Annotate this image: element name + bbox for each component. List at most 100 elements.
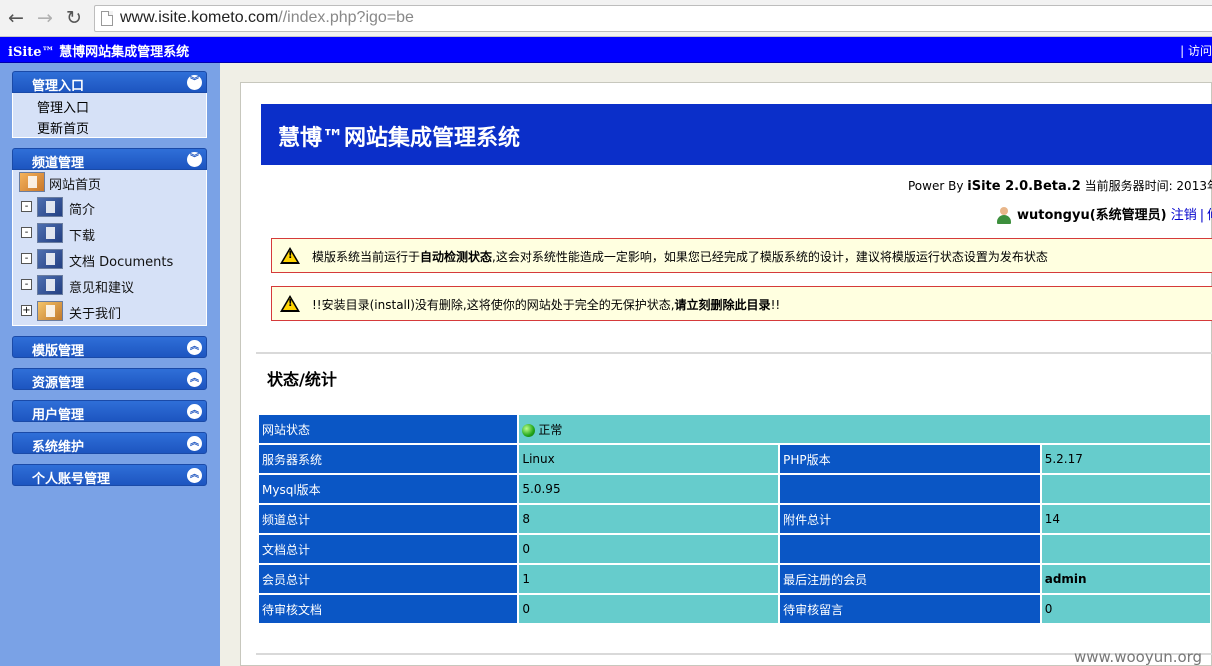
edit-link[interactable]: 修 <box>1207 208 1212 223</box>
app-title: iSite™ 慧博网站集成管理系统 <box>8 45 190 60</box>
table-row: Mysql版本 5.0.95 <box>259 475 1210 503</box>
stat-value: 0 <box>519 535 779 563</box>
tree-item-label: 简介 <box>69 203 96 218</box>
sidebar-section-label: 系统维护 <box>32 440 85 455</box>
table-row: 频道总计 8 附件总计 14 <box>259 505 1210 533</box>
sidebar-section-channel[interactable]: 频道管理 ︾ <box>12 148 207 171</box>
tree-item-intro[interactable]: - 简介 <box>13 195 206 219</box>
browser-toolbar: ← → ↻ www.isite.kometo.com//index.php?ig… <box>0 0 1212 37</box>
tree-item-documents[interactable]: - 文档 Documents <box>13 247 206 271</box>
user-name: wutongyu(系统管理员) <box>1017 208 1167 223</box>
page-icon <box>101 11 113 26</box>
powered-by-line: Power By iSite 2.0.Beta.2 当前服务器时间: 2013年 <box>908 177 1212 194</box>
alert-text-bold: 请立刻删除此目录 <box>674 298 771 312</box>
watermark: www.wooyun.org <box>1074 648 1203 666</box>
sidebar-section-users[interactable]: 用户管理 ︽ <box>12 400 207 423</box>
user-info: wutongyu(系统管理员) 注销|修 <box>995 204 1212 225</box>
table-row: 网站状态 正常 <box>259 415 1210 443</box>
chevron-up-icon[interactable]: ︽ <box>187 436 202 451</box>
channel-tree: 网站首页 - 简介 - 下载 - 文档 Documents - 意见和建议 + … <box>12 170 207 326</box>
section-title: 状态/统计 <box>267 370 337 389</box>
stat-key: 服务器系统 <box>259 445 518 473</box>
home-folder-icon <box>19 172 45 192</box>
tree-item-label: 关于我们 <box>69 307 122 322</box>
chevron-up-icon[interactable]: ︽ <box>187 340 202 355</box>
stat-value: 正常 <box>519 415 1210 443</box>
tree-item-feedback[interactable]: - 意见和建议 <box>13 273 206 297</box>
separator: | <box>1199 208 1205 223</box>
sidebar-section-label: 个人账号管理 <box>32 472 111 487</box>
tree-item-home[interactable]: 网站首页 <box>13 170 206 194</box>
chevron-up-icon[interactable]: ︽ <box>187 468 202 483</box>
alert-text: !!安装目录(install)没有删除,这将使你的网站处于完全的无保护状态,请立… <box>312 296 780 313</box>
warning-alert-template-mode: 模版系统当前运行于自动检测状态,这会对系统性能造成一定影响，如果您已经完成了模版… <box>271 238 1212 273</box>
sidebar-section-body: 管理入口 更新首页 <box>12 93 207 138</box>
back-arrow-icon[interactable]: ← <box>5 6 27 30</box>
table-row: 服务器系统 Linux PHP版本 5.2.17 <box>259 445 1210 473</box>
stat-value <box>1041 475 1210 503</box>
alert-text-pre: 模版系统当前运行于 <box>312 250 421 264</box>
stat-key <box>780 535 1040 563</box>
stat-value: 5.0.95 <box>519 475 779 503</box>
document-icon <box>37 249 63 269</box>
warning-icon <box>280 247 300 264</box>
status-ok-icon <box>522 423 536 437</box>
stats-table: 网站状态 正常 服务器系统 Linux PHP版本 5.2.17 Mysql版本… <box>257 413 1212 625</box>
chevron-down-icon[interactable]: ︾ <box>187 75 202 90</box>
sidebar-section-admin-entry[interactable]: 管理入口 ︾ <box>12 71 207 94</box>
table-row: 文档总计 0 <box>259 535 1210 563</box>
stat-key: PHP版本 <box>780 445 1040 473</box>
user-icon <box>995 206 1013 225</box>
forward-arrow-icon[interactable]: → <box>34 6 56 30</box>
stat-key: 待审核留言 <box>780 595 1040 623</box>
stat-value: 1 <box>519 565 779 593</box>
feedback-icon <box>37 275 63 295</box>
logout-link[interactable]: 注销 <box>1171 208 1197 223</box>
divider <box>256 653 1212 655</box>
chevron-down-icon[interactable]: ︾ <box>187 152 202 167</box>
tree-item-label: 下载 <box>69 229 96 244</box>
sidebar-section-account[interactable]: 个人账号管理 ︽ <box>12 464 207 487</box>
document-icon <box>37 223 63 243</box>
chevron-up-icon[interactable]: ︽ <box>187 372 202 387</box>
url-text[interactable]: www.isite.kometo.com//index.php?igo=be <box>120 9 414 27</box>
banner: 慧博™网站集成管理系统 <box>261 104 1212 165</box>
stat-value: 5.2.17 <box>1041 445 1210 473</box>
folder-icon <box>37 301 63 321</box>
stat-key: 网站状态 <box>259 415 518 443</box>
sidebar-link-admin-entry[interactable]: 管理入口 <box>37 97 89 116</box>
visit-link[interactable]: | 访问 <box>1180 42 1212 59</box>
tree-toggle[interactable]: - <box>21 201 32 212</box>
tree-item-about[interactable]: + 关于我们 <box>13 299 206 323</box>
alert-text-post: ,这会对系统性能造成一定影响，如果您已经完成了模版系统的设计，建议将模版运行状态… <box>492 250 1048 264</box>
tree-item-label: 意见和建议 <box>69 281 135 296</box>
sidebar-section-resource[interactable]: 资源管理 ︽ <box>12 368 207 391</box>
alert-text-bold: 自动检测状态 <box>420 250 493 264</box>
tree-item-download[interactable]: - 下载 <box>13 221 206 245</box>
tree-toggle[interactable]: - <box>21 279 32 290</box>
stat-value: 14 <box>1041 505 1210 533</box>
banner-title: 慧博™网站集成管理系统 <box>278 126 521 151</box>
reload-icon[interactable]: ↻ <box>63 6 85 30</box>
sidebar-section-maintenance[interactable]: 系统维护 ︽ <box>12 432 207 455</box>
sidebar-section-label: 模版管理 <box>32 344 85 359</box>
stat-value: 8 <box>519 505 779 533</box>
stat-key: 会员总计 <box>259 565 518 593</box>
alert-text-pre: !!安装目录(install)没有删除,这将使你的网站处于完全的无保护状态, <box>312 298 675 312</box>
stat-value-member-link[interactable]: admin <box>1041 565 1210 593</box>
chevron-up-icon[interactable]: ︽ <box>187 404 202 419</box>
tree-toggle[interactable]: - <box>21 253 32 264</box>
stat-key: 附件总计 <box>780 505 1040 533</box>
stat-value: Linux <box>519 445 779 473</box>
sidebar-section-label: 频道管理 <box>32 156 85 171</box>
server-time: 当前服务器时间: 2013年 <box>1080 179 1212 193</box>
sidebar-link-update-home[interactable]: 更新首页 <box>37 118 89 137</box>
tree-toggle[interactable]: - <box>21 227 32 238</box>
sidebar-section-template[interactable]: 模版管理 ︽ <box>12 336 207 359</box>
stat-key: 频道总计 <box>259 505 518 533</box>
address-bar[interactable]: www.isite.kometo.com//index.php?igo=be <box>94 5 1212 32</box>
sidebar-section-label: 管理入口 <box>32 79 85 94</box>
tree-toggle[interactable]: + <box>21 305 32 316</box>
app-header-bar: iSite™ 慧博网站集成管理系统 | 访问 <box>0 37 1212 63</box>
powered-prefix: Power By <box>908 179 968 193</box>
